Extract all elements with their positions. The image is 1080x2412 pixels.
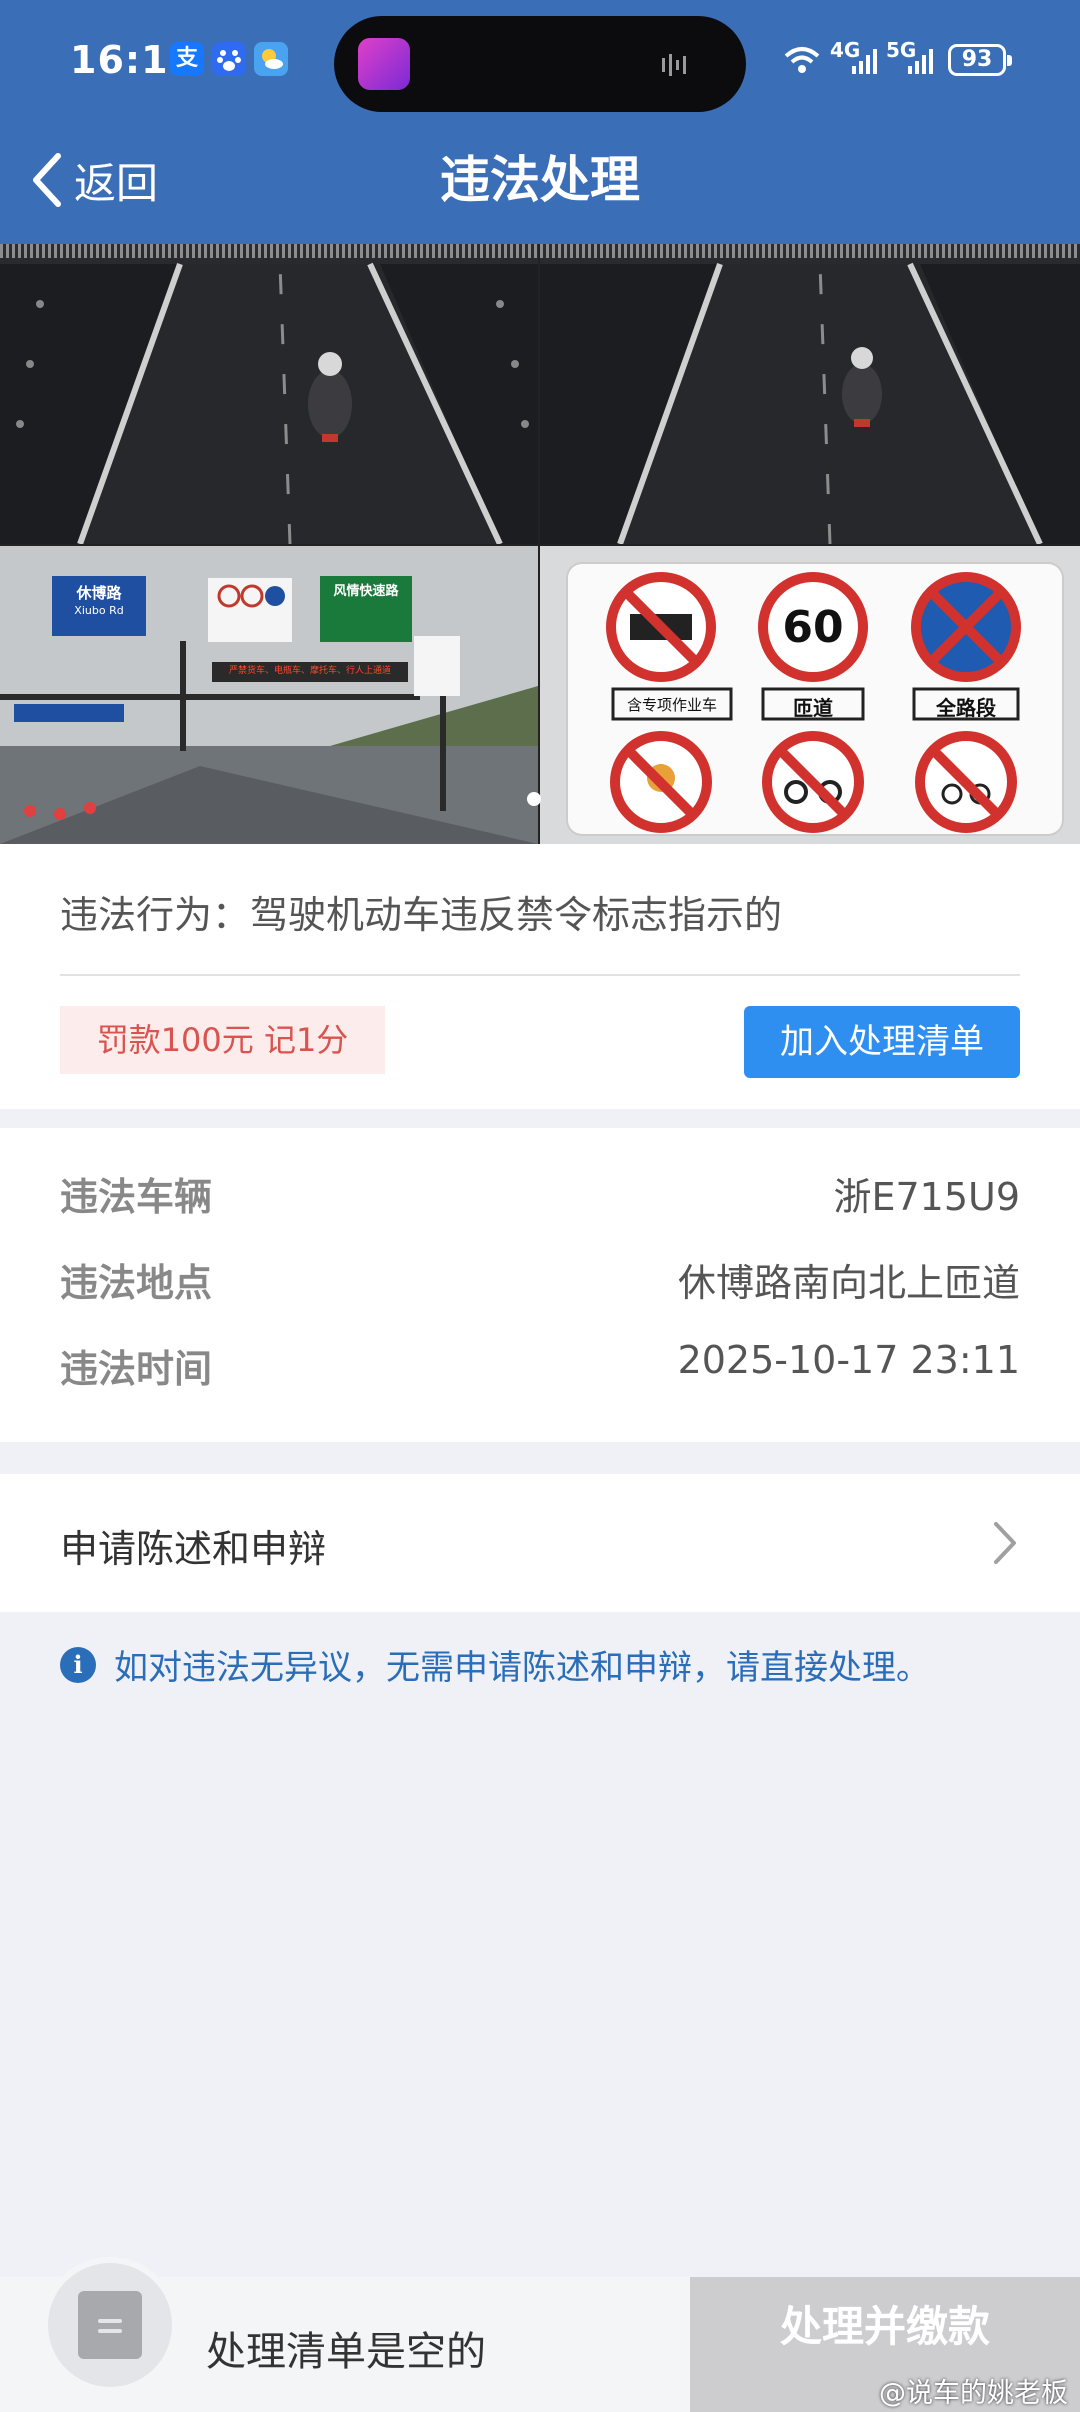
detail-key: 违法地点 [60,1261,213,1305]
sign-label-1: 含专项作业车 [626,696,717,714]
violation-card: 违法行为：驾驶机动车违反禁令标志指示的 罚款100元 记1分 加入处理清单 [0,844,1080,1109]
speed-limit-text: 60 [782,602,844,653]
detail-value: 休博路南向北上匝道 [677,1261,1020,1305]
wifi-icon [784,47,820,73]
chevron-right-icon [994,1522,1016,1564]
road-sign-text: 休博路 [76,584,122,602]
island-app-icon [358,38,410,90]
info-notice: i 如对违法无异议，无需申请陈述和申辩，请直接处理。 [60,1640,930,1689]
info-icon: i [60,1646,96,1683]
sign-label-3: 全路段 [936,696,996,720]
appeal-label: 申请陈述和申辩 [60,1527,327,1571]
detail-row-time: 违法时间 2025-10-17 23:11 [60,1338,1020,1398]
page-title: 违法处理 [440,151,640,209]
sign-label-2: 匝道 [793,696,833,720]
app-header: 16:11 支 4G 5G 93 返回 违法处理 [0,0,1080,244]
behavior-label: 违法行为： [60,893,251,937]
road-sign-en-text: Xiubo Rd [74,604,124,617]
detail-row-vehicle: 违法车辆 浙E715U9 [60,1166,1020,1226]
list-icon [78,2291,142,2359]
road-scene [0,262,538,544]
penalty-badge: 罚款100元 记1分 [60,1006,385,1074]
audio-wave-icon [662,54,686,76]
baidu-icon [212,42,246,76]
direction-sign-text: 风情快速路 [333,584,399,599]
divider [60,974,1020,976]
detail-value: 浙E715U9 [833,1175,1020,1219]
detail-key: 违法车辆 [60,1175,213,1219]
signal-icon-2 [908,49,933,74]
evidence-photo-2[interactable] [540,244,1080,544]
status-bar: 16:11 支 4G 5G 93 [0,0,1080,125]
evidence-photo-4[interactable]: 60 含专项作业车 匝道 全路段 [540,546,1080,844]
watermark: @说车的姚老板 [879,2378,1068,2409]
carousel-indicator-dot[interactable] [527,792,541,806]
detail-value: 2025-10-17 23:11 [677,1338,1020,1382]
led-board-text: 严禁货车、电瓶车、摩托车、行人上通道 [228,666,391,676]
violation-behavior: 违法行为：驾驶机动车违反禁令标志指示的 [60,884,782,939]
detail-key: 违法时间 [60,1347,213,1391]
road-scene [540,262,1080,544]
weather-icon [254,42,288,76]
detail-row-location: 违法地点 休博路南向北上匝道 [60,1252,1020,1312]
prohibition-sign-card: 60 含专项作业车 匝道 全路段 [568,564,1062,834]
evidence-photo-1[interactable] [0,244,538,544]
notice-text: 如对违法无异议，无需申请陈述和申辩，请直接处理。 [114,1648,930,1688]
evidence-photo-3[interactable]: 休博路 Xiubo Rd 风情快速路 严禁货车、电瓶车、摩托车、行人上通道 [0,546,538,844]
signal-icon-1 [852,49,877,74]
evidence-photo-carousel[interactable]: 休博路 Xiubo Rd 风情快速路 严禁货车、电瓶车、摩托车、行人上通道 60… [0,244,1080,844]
behavior-value: 驾驶机动车违反禁令标志指示的 [250,893,783,937]
appeal-row[interactable]: 申请陈述和申辩 [0,1474,1080,1612]
cart-status-text: 处理清单是空的 [206,2329,486,2375]
alipay-icon: 支 [170,42,204,76]
violation-details-card: 违法车辆 浙E715U9 违法地点 休博路南向北上匝道 违法时间 2025-10… [0,1128,1080,1442]
cart-button[interactable] [48,2263,172,2387]
battery-indicator: 93 [948,44,1012,76]
add-to-list-button[interactable]: 加入处理清单 [744,1006,1020,1078]
dynamic-island [334,16,746,112]
